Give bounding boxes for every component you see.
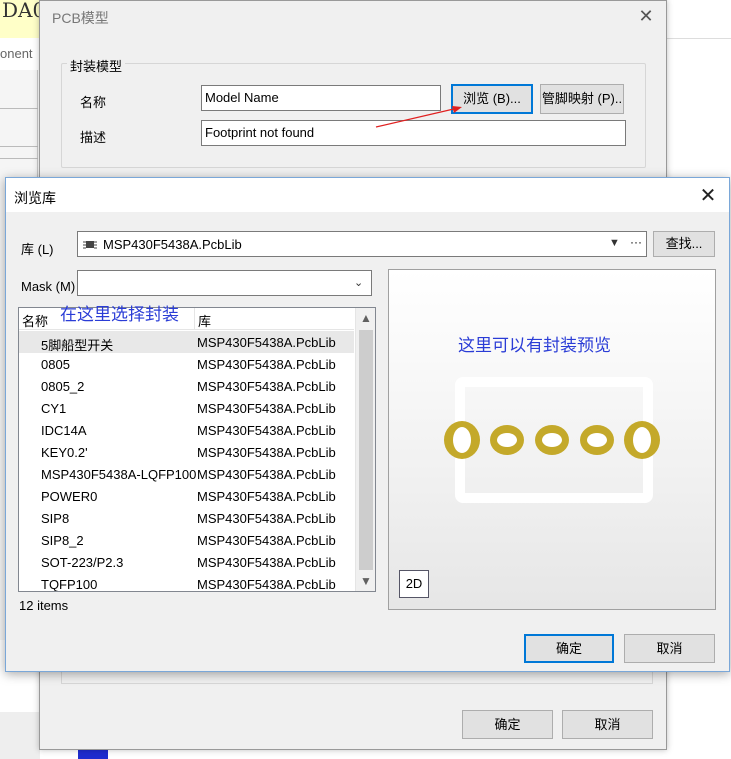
list-item[interactable]: 5脚船型开关 MSP430F5438A.PcbLib [19,331,354,353]
pin-map-button[interactable]: 管脚映射 (P).. [540,84,624,114]
browse-ok-button[interactable]: 确定 [524,634,614,663]
list-item[interactable]: SIP8 MSP430F5438A.PcbLib [19,507,354,529]
list-item[interactable]: POWER0 MSP430F5438A.PcbLib [19,485,354,507]
item-count: 12 items [19,598,69,613]
browse-dialog-titlebar [6,178,729,212]
background-divider [0,146,38,147]
background-grid-line [667,38,731,39]
background-divider [0,108,38,109]
list-item-library: MSP430F5438A.PcbLib [197,379,336,394]
library-select-value: MSP430F5438A.PcbLib [103,237,242,252]
annotation-preview: 这里可以有封装预览 [458,336,611,356]
description-label: 描述 [80,130,107,145]
list-item-name: KEY0.2' [41,445,88,460]
footprint-model-group [61,63,646,168]
list-item-name: SIP8 [41,511,70,526]
list-item[interactable]: TQFP100 MSP430F5438A.PcbLib [19,573,354,592]
list-item-library: MSP430F5438A.PcbLib [197,467,336,482]
list-item[interactable]: CY1 MSP430F5438A.PcbLib [19,397,354,419]
list-item-name: IDC14A [41,423,87,438]
close-icon[interactable]: ✕ [696,184,720,208]
list-item-library: MSP430F5438A.PcbLib [197,533,336,548]
annotation-select-footprint: 在这里选择封装 [60,305,179,325]
mask-label: Mask (M) [21,279,76,294]
browse-dialog-title: 浏览库 [14,190,56,206]
find-button[interactable]: 查找... [653,231,715,257]
list-item[interactable]: 0805_2 MSP430F5438A.PcbLib [19,375,354,397]
list-item-name: 5脚船型开关 [41,338,114,353]
list-scrollbar[interactable]: ▲ ▼ [355,308,375,591]
close-icon[interactable]: ✕ [636,6,656,26]
list-item-name: SIP8_2 [41,533,84,548]
library-more-button[interactable]: ··· [630,235,642,249]
background-component-text: onent [0,46,33,61]
list-item-name: SOT-223/P2.3 [41,555,124,570]
list-item-name: POWER0 [41,489,98,504]
view-2d-button[interactable]: 2D [399,570,429,598]
chevron-down-icon[interactable]: ⌄ [354,276,363,289]
list-item-name: TQFP100 [41,577,98,592]
browse-cancel-button[interactable]: 取消 [624,634,715,663]
footprint-preview: 2D [388,269,716,610]
browse-library-dialog: 浏览库 ✕ 库 (L) MSP430F5438A.PcbLib ▼ ··· 查找… [5,177,730,672]
pcb-cancel-button[interactable]: 取消 [562,710,653,739]
list-item-library: MSP430F5438A.PcbLib [197,489,336,504]
list-item-library: MSP430F5438A.PcbLib [197,335,336,350]
name-label: 名称 [80,95,107,110]
list-item-library: MSP430F5438A.PcbLib [197,423,336,438]
annotation-arrow [375,106,462,128]
list-item-library: MSP430F5438A.PcbLib [197,445,336,460]
list-item-name: MSP430F5438A-LQFP100 [41,467,196,482]
pcb-ok-button[interactable]: 确定 [462,710,553,739]
list-item-name: 0805_2 [41,379,85,394]
background-schematic-text: DA0 [2,2,40,18]
footprint-model-group-title: 封装模型 [67,56,126,75]
column-header-name[interactable]: 名称 [22,311,48,330]
list-item[interactable]: 0805 MSP430F5438A.PcbLib [19,353,354,375]
column-separator[interactable] [194,308,195,330]
chip-icon [83,241,97,249]
mask-input[interactable]: ⌄ [77,270,372,296]
pcb-dialog-title: PCB模型 [52,10,109,26]
column-header-library[interactable]: 库 [198,311,211,330]
background-divider [0,158,38,159]
list-item[interactable]: MSP430F5438A-LQFP100 MSP430F5438A.PcbLib [19,463,354,485]
list-item-library: MSP430F5438A.PcbLib [197,555,336,570]
list-item[interactable]: SOT-223/P2.3 MSP430F5438A.PcbLib [19,551,354,573]
list-item-library: MSP430F5438A.PcbLib [197,577,336,592]
list-item[interactable]: KEY0.2' MSP430F5438A.PcbLib [19,441,354,463]
footprint-list: 名称 库 5脚船型开关 MSP430F5438A.PcbLib 0805 MSP… [18,307,376,592]
list-item[interactable]: SIP8_2 MSP430F5438A.PcbLib [19,529,354,551]
list-item-library: MSP430F5438A.PcbLib [197,357,336,372]
list-item[interactable]: IDC14A MSP430F5438A.PcbLib [19,419,354,441]
list-item-name: 0805 [41,357,70,372]
chevron-down-icon[interactable]: ▼ [609,237,620,249]
background-bottom-strip [0,712,40,759]
scroll-down-icon[interactable]: ▼ [356,571,375,591]
list-item-library: MSP430F5438A.PcbLib [197,401,336,416]
footprint-preview-graphic [444,377,660,503]
library-select[interactable]: MSP430F5438A.PcbLib ▼ ··· [77,231,647,257]
list-item-name: CY1 [41,401,67,416]
scrollbar-thumb[interactable] [359,330,373,570]
scroll-up-icon[interactable]: ▲ [356,308,375,328]
library-label: 库 (L) [21,242,54,257]
list-item-library: MSP430F5438A.PcbLib [197,511,336,526]
